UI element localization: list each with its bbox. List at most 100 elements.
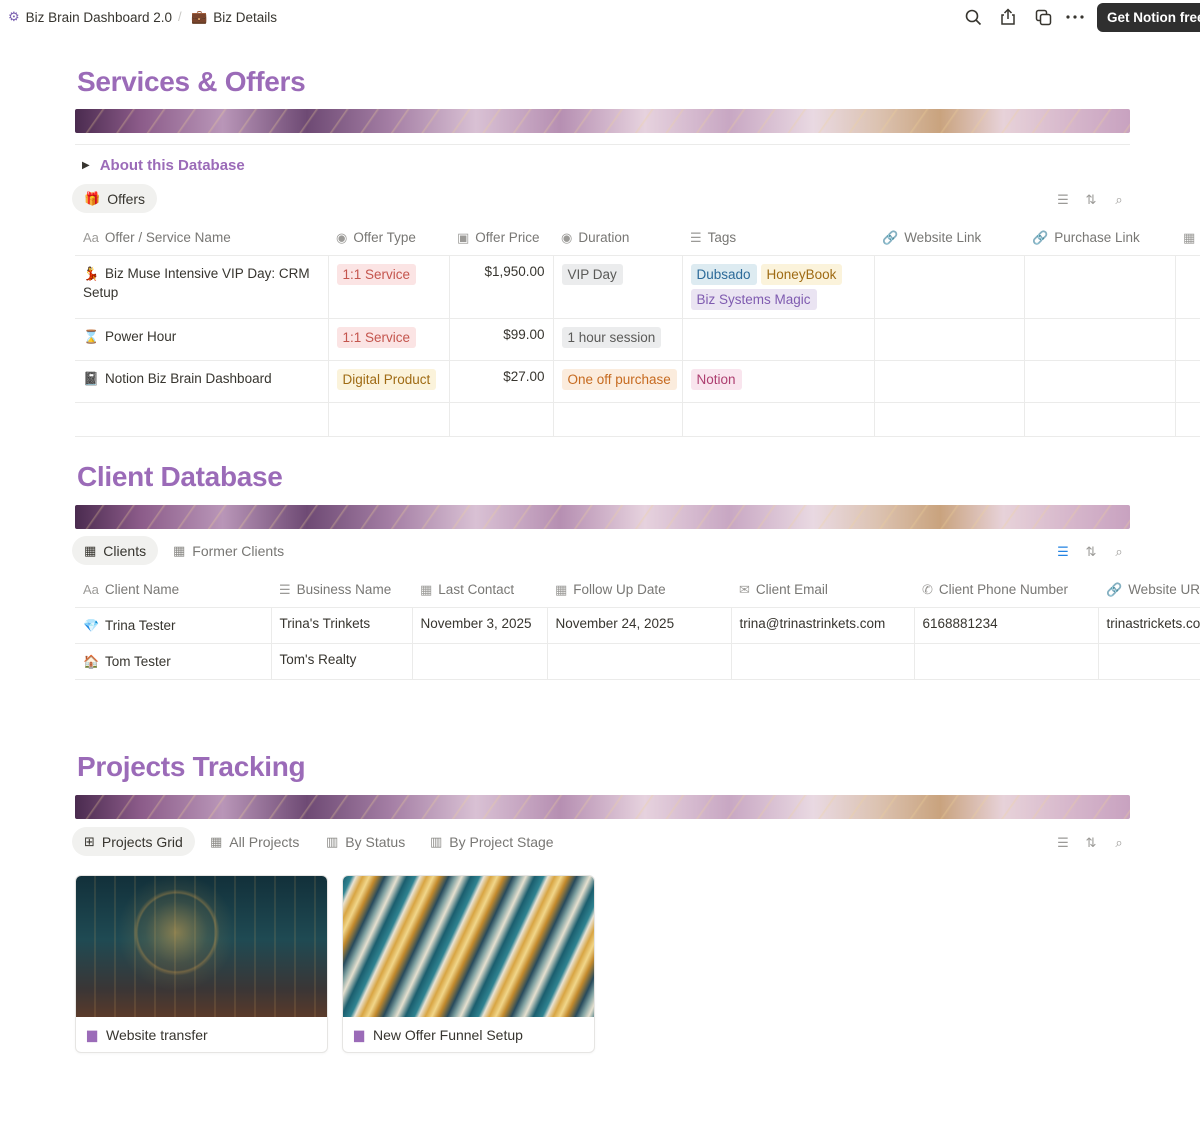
- calendar-property-icon: ▦: [1183, 229, 1196, 245]
- business-name: Tom's Realty: [271, 643, 413, 680]
- column-header[interactable]: ☰ Tags: [682, 221, 874, 256]
- column-header[interactable]: 🔗 Website URL: [1098, 573, 1200, 608]
- column-header[interactable]: Aa Client Name: [75, 573, 271, 608]
- table-row[interactable]: ⌛ Power Hour 1:1 Service $99.00 1 hour se…: [75, 318, 1200, 361]
- purchase-link-cell[interactable]: [1024, 318, 1176, 361]
- last-contact: November 3, 2025: [412, 607, 548, 644]
- board-icon: ▥: [326, 833, 339, 849]
- column-header[interactable]: ◉ Duration: [553, 221, 682, 256]
- house-icon: 🏠: [83, 653, 100, 669]
- breadcrumb-workspace[interactable]: ⚙ Biz Brain Dashboard 2.0: [8, 9, 172, 25]
- table-row[interactable]: 💃 Biz Muse Intensive VIP Day: CRM Setup 1…: [75, 255, 1200, 319]
- project-card[interactable]: ▆ Website transfer: [75, 875, 328, 1053]
- board-icon: ▥: [430, 833, 443, 849]
- tab-clients[interactable]: ▦ Clients: [72, 536, 159, 565]
- gears-icon: ⚙: [8, 9, 20, 24]
- gem-icon: 💎: [83, 617, 100, 633]
- clients-db-tools: ☰ ⇅ ⌕: [1056, 544, 1126, 560]
- column-header[interactable]: ▦ Last Contact: [412, 573, 547, 608]
- website-link-cell[interactable]: [874, 255, 1025, 319]
- table-row[interactable]: 📓 Notion Biz Brain Dashboard Digital Prod…: [75, 360, 1200, 403]
- duration-tag: 1 hour session: [561, 326, 662, 348]
- column-header[interactable]: ▦ Follow Up Date: [547, 573, 731, 608]
- triangle-right-icon: ▶: [82, 160, 90, 171]
- website-link-cell[interactable]: [874, 360, 1025, 403]
- website-link-cell[interactable]: [874, 318, 1025, 361]
- select-property-icon: ◉: [561, 229, 573, 245]
- multi-select-property-icon: ☰: [690, 229, 702, 245]
- offer-name: Power Hour: [105, 328, 177, 344]
- tab-projects-grid[interactable]: ⊞ Projects Grid: [72, 827, 195, 856]
- tag: HoneyBook: [760, 263, 843, 285]
- breadcrumb-workspace-label: Biz Brain Dashboard 2.0: [25, 9, 172, 25]
- sort-icon[interactable]: ⇅: [1084, 835, 1098, 851]
- search-icon[interactable]: [963, 7, 983, 27]
- email-icon: ✉: [739, 581, 750, 597]
- tab-by-project-stage-label: By Project Stage: [449, 833, 554, 850]
- duration-tag: VIP Day: [561, 263, 623, 285]
- search-icon[interactable]: ⌕: [1112, 192, 1126, 208]
- get-notion-free-button[interactable]: Get Notion free: [1097, 3, 1200, 32]
- tab-clients-label: Clients: [103, 542, 147, 559]
- column-header[interactable]: ▦: [1175, 221, 1200, 256]
- client-email[interactable]: [731, 643, 915, 680]
- table-icon: ▦: [84, 542, 97, 558]
- offer-price: $27.00: [449, 360, 554, 403]
- tag: Notion: [690, 368, 742, 390]
- tag: Biz Systems Magic: [690, 288, 817, 310]
- client-phone[interactable]: 6168881234: [914, 607, 1099, 644]
- services-title: Services & Offers: [77, 66, 306, 97]
- column-header[interactable]: 🔗 Website Link: [874, 221, 1024, 256]
- card-title: Website transfer: [106, 1027, 208, 1043]
- card-cover-image: [343, 876, 594, 1017]
- tab-former-clients[interactable]: ▦ Former Clients: [161, 536, 296, 565]
- purchase-link-cell[interactable]: [1024, 360, 1176, 403]
- column-header[interactable]: ◉ Offer Type: [328, 221, 449, 256]
- tab-all-projects[interactable]: ▦ All Projects: [198, 827, 311, 856]
- column-header[interactable]: 🔗 Purchase Link: [1024, 221, 1175, 256]
- sort-icon[interactable]: ⇅: [1084, 544, 1098, 560]
- table-row-empty[interactable]: [75, 402, 1200, 437]
- filter-icon[interactable]: ☰: [1056, 544, 1070, 560]
- tab-by-status[interactable]: ▥ By Status: [314, 827, 417, 856]
- more-icon[interactable]: [1065, 7, 1085, 27]
- projects-db-tools: ☰ ⇅ ⌕: [1056, 835, 1126, 851]
- tab-offers[interactable]: 🎁 Offers: [72, 184, 158, 213]
- tab-by-project-stage[interactable]: ▥ By Project Stage: [418, 827, 566, 856]
- column-header[interactable]: ☰ Business Name: [271, 573, 412, 608]
- breadcrumb-page-label: Biz Details: [213, 9, 277, 25]
- client-phone[interactable]: [914, 643, 1099, 680]
- hourglass-icon: ⌛: [83, 328, 100, 344]
- calendar-icon: ▦: [555, 581, 568, 597]
- offer-type-tag: Digital Product: [336, 368, 437, 390]
- follow-up-date: November 24, 2025: [547, 607, 732, 644]
- offer-price: $99.00: [449, 318, 554, 361]
- project-card[interactable]: ▆ New Offer Funnel Setup: [342, 875, 595, 1053]
- share-icon[interactable]: [998, 7, 1018, 27]
- client-website[interactable]: [1098, 643, 1200, 680]
- column-header[interactable]: ✉ Client Email: [731, 573, 914, 608]
- filter-icon[interactable]: ☰: [1056, 835, 1070, 851]
- search-icon[interactable]: ⌕: [1112, 544, 1126, 560]
- follow-up-date: [547, 643, 732, 680]
- client-name: Trina Tester: [105, 617, 176, 633]
- search-icon[interactable]: ⌕: [1112, 835, 1126, 851]
- duplicate-icon[interactable]: [1033, 7, 1053, 27]
- business-name: Trina's Trinkets: [271, 607, 413, 644]
- column-header[interactable]: ▣ Offer Price: [449, 221, 553, 256]
- client-email[interactable]: trina@trinastrinkets.com: [731, 607, 915, 644]
- filter-icon[interactable]: ☰: [1056, 192, 1070, 208]
- table-row[interactable]: 🏠 Tom Tester Tom's Realty: [75, 643, 1200, 680]
- breadcrumb-page[interactable]: 💼 Biz Details: [191, 9, 277, 25]
- client-website[interactable]: trinastrickets.co: [1098, 607, 1200, 644]
- table-row[interactable]: 💎 Trina Tester Trina's Trinkets November …: [75, 607, 1200, 644]
- tag: Dubsado: [690, 263, 757, 285]
- column-header[interactable]: Aa Offer / Service Name: [75, 221, 328, 256]
- about-database-toggle[interactable]: ▶ About this Database: [82, 157, 245, 174]
- table-header-row: Aa Client Name ☰ Business Name ▦ Last Conta…: [75, 573, 1200, 608]
- purchase-link-cell[interactable]: [1024, 255, 1176, 319]
- column-header[interactable]: ✆ Client Phone Number: [914, 573, 1098, 608]
- sort-icon[interactable]: ⇅: [1084, 192, 1098, 208]
- duration-tag: One off purchase: [561, 368, 677, 390]
- money-property-icon: ▣: [457, 229, 470, 245]
